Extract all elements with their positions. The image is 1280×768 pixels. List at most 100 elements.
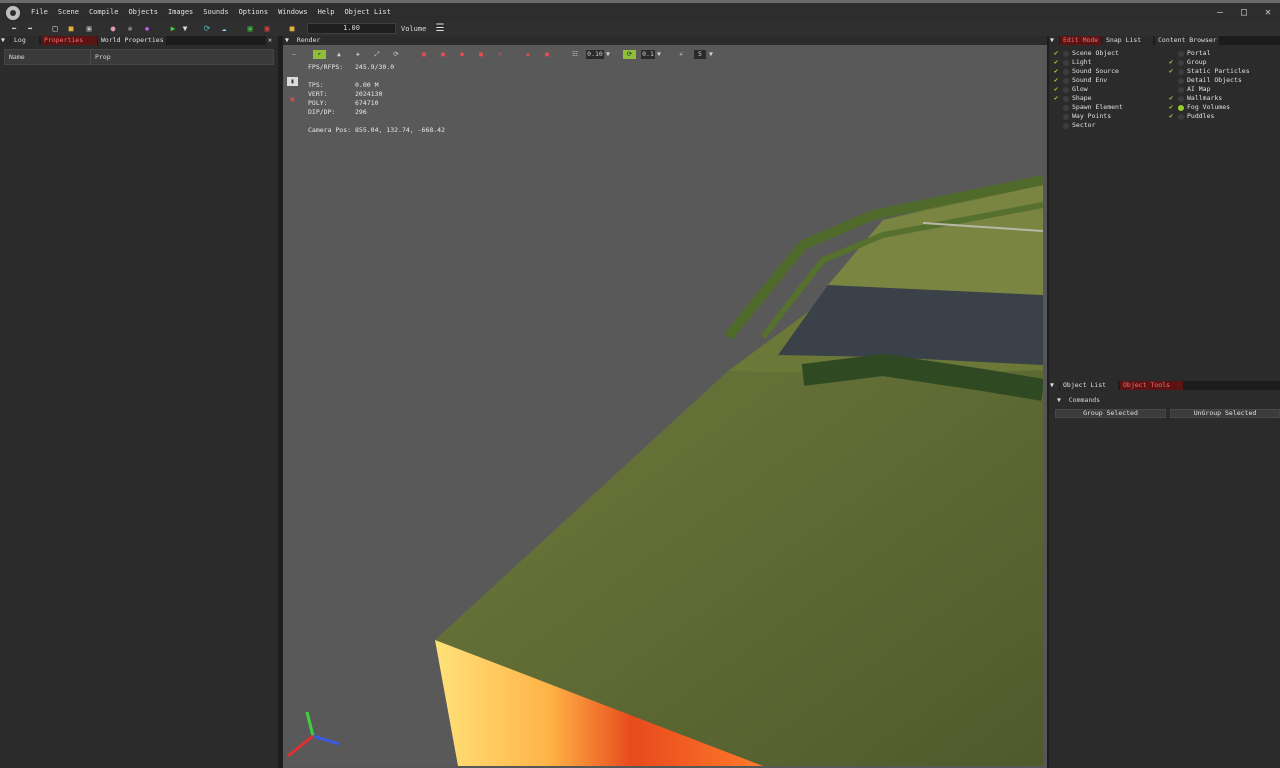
checkmark-icon[interactable]: ✔: [1169, 94, 1176, 103]
visibility-dot-icon[interactable]: [1178, 60, 1184, 66]
snap-angle-icon[interactable]: ●: [456, 50, 468, 59]
menu-objects[interactable]: Objects: [123, 3, 163, 22]
speed-input[interactable]: 1.00: [307, 23, 396, 34]
refresh-icon[interactable]: ⟳: [202, 24, 212, 34]
grid-step-field[interactable]: 0.10: [586, 50, 604, 59]
edit-mode-item[interactable]: Sector: [1054, 121, 1164, 130]
open-folder-icon[interactable]: ■: [66, 24, 76, 34]
menu-scene[interactable]: Scene: [53, 3, 84, 22]
checkmark-icon[interactable]: ✔: [1054, 67, 1061, 76]
checkbox-empty-icon[interactable]: [1054, 103, 1061, 112]
viewport-mode-icon[interactable]: ▮: [287, 77, 298, 86]
visibility-dot-icon[interactable]: [1178, 114, 1184, 120]
visibility-dot-icon[interactable]: [1178, 96, 1184, 102]
play-options-chevron-down-icon[interactable]: ▼: [180, 24, 190, 34]
visibility-dot-icon[interactable]: [1063, 114, 1069, 120]
visibility-dot-icon[interactable]: [1178, 105, 1184, 111]
volume-sliders-icon[interactable]: ☰: [435, 24, 445, 34]
viewport-record-icon[interactable]: ▣: [287, 95, 298, 104]
column-header-prop[interactable]: Prop: [95, 50, 111, 64]
visibility-dot-icon[interactable]: [1178, 87, 1184, 93]
folder-icon[interactable]: ■: [287, 24, 297, 34]
tab-log[interactable]: Log: [11, 36, 39, 45]
edit-mode-item[interactable]: ✔ Wallmarks: [1169, 94, 1279, 103]
menu-file[interactable]: File: [26, 3, 53, 22]
snap-move-icon[interactable]: ■: [475, 50, 487, 59]
play-icon[interactable]: ▶: [168, 24, 178, 34]
visibility-dot-icon[interactable]: [1063, 96, 1069, 102]
tab-content-browser[interactable]: Content Browser: [1155, 36, 1219, 45]
particles-icon[interactable]: ◆: [142, 24, 152, 34]
tab-object-tools[interactable]: Object Tools: [1120, 381, 1183, 390]
undo-icon[interactable]: ⬅: [9, 24, 19, 34]
ungroup-selected-button[interactable]: UnGroup Selected: [1170, 409, 1280, 418]
checkmark-icon[interactable]: ✔: [1169, 67, 1176, 76]
checkmark-icon[interactable]: ✔: [1054, 76, 1061, 85]
minimize-icon[interactable]: —: [1208, 3, 1232, 22]
grid-sphere-icon[interactable]: ✱: [125, 24, 135, 34]
move-tool-icon[interactable]: ✚: [352, 50, 364, 59]
visibility-dot-icon[interactable]: [1063, 105, 1069, 111]
new-file-icon[interactable]: □: [50, 24, 60, 34]
tab-object-list[interactable]: Object List: [1060, 381, 1118, 390]
menu-images[interactable]: Images: [163, 3, 198, 22]
magnet-icon[interactable]: ▲: [522, 50, 534, 59]
visibility-dot-icon[interactable]: [1063, 87, 1069, 93]
render-viewport[interactable]: — ➢ ▲ ✚ ⤢ ⟳ ■ ■ ● ■ ✕ ▲ ■ ☷ 0.10 ▼ ⟳ 0.1…: [283, 45, 1043, 766]
close-panel-icon[interactable]: ✕: [266, 36, 278, 45]
column-divider[interactable]: [90, 50, 91, 64]
tab-snap-list[interactable]: Snap List: [1103, 36, 1153, 45]
visibility-dot-icon[interactable]: [1063, 60, 1069, 66]
viewport-collapse-icon[interactable]: —: [288, 50, 300, 59]
edit-mode-item[interactable]: AI Map: [1169, 85, 1279, 94]
checkmark-icon[interactable]: ✔: [1169, 112, 1176, 121]
visibility-dot-icon[interactable]: [1063, 51, 1069, 57]
edit-mode-item[interactable]: Detail Objects: [1169, 76, 1279, 85]
visibility-dot-icon[interactable]: [1063, 123, 1069, 129]
scale-snap-icon[interactable]: ∠: [675, 50, 687, 59]
rotate-tool-icon[interactable]: ⟳: [390, 50, 402, 59]
build-green-icon[interactable]: ▣: [245, 24, 255, 34]
checkmark-icon[interactable]: ✔: [1169, 103, 1176, 112]
checkmark-icon[interactable]: ✔: [1054, 49, 1061, 58]
snap-vertex-icon[interactable]: ■: [437, 50, 449, 59]
rotate-step-chevron-down-icon[interactable]: ▼: [655, 50, 663, 59]
render-menu-chevron-icon[interactable]: ▼: [283, 36, 293, 45]
edit-mode-item[interactable]: ✔ Shape: [1054, 94, 1164, 103]
add-object-icon[interactable]: ▲: [333, 50, 345, 59]
edit-mode-item[interactable]: ✔ Sound Env: [1054, 76, 1164, 85]
edit-mode-item[interactable]: ✔ Sound Source: [1054, 67, 1164, 76]
column-header-name[interactable]: Name: [9, 50, 25, 64]
checkbox-empty-icon[interactable]: [1054, 112, 1061, 121]
edit-mode-item[interactable]: Way Points: [1054, 112, 1164, 121]
checkbox-empty-icon[interactable]: [1169, 49, 1176, 58]
checkbox-empty-icon[interactable]: [1169, 85, 1176, 94]
menu-windows[interactable]: Windows: [273, 3, 313, 22]
brain-icon[interactable]: ●: [108, 24, 118, 34]
menu-options[interactable]: Options: [234, 3, 274, 22]
visibility-dot-icon[interactable]: [1063, 69, 1069, 75]
visibility-dot-icon[interactable]: [1178, 78, 1184, 84]
scale-tool-icon[interactable]: ⤢: [371, 50, 383, 59]
rotate-step-field[interactable]: 0.1: [641, 50, 655, 59]
grid-icon[interactable]: ☷: [569, 50, 581, 59]
visibility-dot-icon[interactable]: [1063, 78, 1069, 84]
tab-world-properties[interactable]: World Properties: [98, 36, 166, 45]
edit-mode-item[interactable]: ✔ Group: [1169, 58, 1279, 67]
edit-panel-chevron-icon[interactable]: ▼: [1049, 36, 1059, 45]
edit-mode-item[interactable]: ✔ Puddles: [1169, 112, 1279, 121]
maximize-icon[interactable]: □: [1232, 3, 1256, 22]
scale-step-chevron-down-icon[interactable]: ▼: [707, 50, 715, 59]
select-tool-icon[interactable]: ➢: [313, 50, 326, 59]
save-icon[interactable]: ▣: [84, 24, 94, 34]
edit-mode-item[interactable]: ✔ Light: [1054, 58, 1164, 67]
panel-menu-chevron-icon[interactable]: ▼: [0, 36, 10, 45]
edit-mode-item[interactable]: ✔ Glow: [1054, 85, 1164, 94]
checkmark-icon[interactable]: ✔: [1169, 58, 1176, 67]
checkmark-icon[interactable]: ✔: [1054, 58, 1061, 67]
edit-mode-item[interactable]: Spawn Element: [1054, 103, 1164, 112]
edit-mode-item[interactable]: ✔ Static Particles: [1169, 67, 1279, 76]
close-icon[interactable]: ✕: [1256, 3, 1280, 22]
rotate-snap-icon[interactable]: ⟳: [623, 50, 636, 59]
edit-mode-item[interactable]: ✔ Scene Object: [1054, 49, 1164, 58]
